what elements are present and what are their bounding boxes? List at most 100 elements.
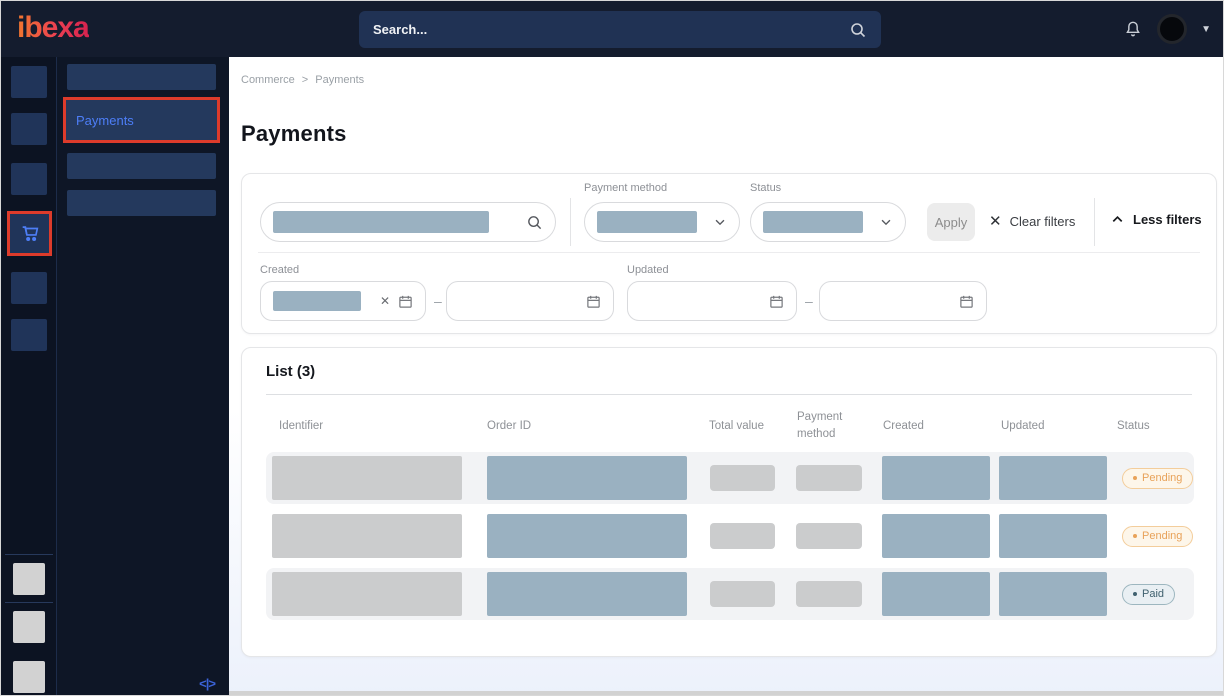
redacted-total-value xyxy=(710,581,775,607)
breadcrumb-separator: > xyxy=(302,74,308,86)
status-dot-icon xyxy=(1133,476,1137,480)
redacted-identifier xyxy=(272,572,462,616)
calendar-icon[interactable] xyxy=(769,294,784,309)
redacted-order-id xyxy=(487,572,687,616)
filter-search-input[interactable] xyxy=(260,202,556,242)
list-divider xyxy=(266,394,1192,395)
redacted-total-value xyxy=(710,523,775,549)
col-updated: Updated xyxy=(993,418,1109,435)
sidebar-item-placeholder-3[interactable] xyxy=(67,190,216,216)
status-badge: Pending xyxy=(1122,526,1193,547)
payment-method-label: Payment method xyxy=(584,182,667,194)
main-content: Commerce > Payments Payments Payment met… xyxy=(229,57,1224,696)
status-dot-icon xyxy=(1133,592,1137,596)
sidebar-item-placeholder-2[interactable] xyxy=(67,153,216,179)
calendar-icon[interactable] xyxy=(959,294,974,309)
payments-list-panel: List (3) Identifier Order ID Total value… xyxy=(241,347,1217,657)
filter-divider-2 xyxy=(1094,198,1095,246)
calendar-icon[interactable] xyxy=(586,294,601,309)
calendar-icon[interactable] xyxy=(398,294,413,309)
topbar-actions: ▼ xyxy=(1123,1,1211,57)
col-status: Status xyxy=(1109,418,1194,435)
sidebar-item-placeholder-1[interactable] xyxy=(67,64,216,90)
redacted-created xyxy=(882,514,990,558)
redacted-order-id xyxy=(487,456,687,500)
clear-filters-button[interactable]: ✕ Clear filters xyxy=(989,212,1075,230)
less-filters-label[interactable]: Less filters xyxy=(1133,212,1202,227)
breadcrumb-payments[interactable]: Payments xyxy=(315,74,364,86)
breadcrumb-commerce[interactable]: Commerce xyxy=(241,74,295,86)
breadcrumb: Commerce > Payments xyxy=(241,74,364,86)
less-filters-button[interactable]: Less filters xyxy=(1110,212,1202,227)
user-avatar[interactable] xyxy=(1157,14,1187,44)
status-dot-icon xyxy=(1133,534,1137,538)
page-title: Payments xyxy=(241,121,347,147)
clear-date-icon[interactable]: ✕ xyxy=(380,294,390,308)
nav-icon-placeholder-1[interactable] xyxy=(11,66,47,98)
chevron-down-icon[interactable] xyxy=(879,215,893,229)
redacted-order-id xyxy=(487,514,687,558)
sidebar-item-payments-highlight[interactable]: Payments xyxy=(63,97,220,143)
table-row[interactable]: Paid xyxy=(266,568,1194,620)
created-label: Created xyxy=(260,264,299,276)
close-icon[interactable]: ✕ xyxy=(989,212,1002,230)
sidebar-collapse-icon[interactable]: <|> xyxy=(199,676,215,691)
search-icon[interactable] xyxy=(849,21,867,39)
updated-label: Updated xyxy=(627,264,669,276)
apply-button[interactable]: Apply xyxy=(927,203,975,241)
redacted-updated xyxy=(999,514,1107,558)
redacted-date-value xyxy=(273,291,361,311)
col-payment-method: Payment method xyxy=(789,409,875,442)
redacted-created xyxy=(882,456,990,500)
secondary-sidebar: Payments <|> xyxy=(57,57,229,696)
main-nav-rail xyxy=(1,57,57,696)
rail-bottom-placeholder-1[interactable] xyxy=(13,563,45,595)
search-icon[interactable] xyxy=(526,214,543,231)
redacted-updated xyxy=(999,456,1107,500)
table-row[interactable]: Pending xyxy=(266,510,1194,562)
redacted-identifier xyxy=(272,514,462,558)
created-to-date-input[interactable] xyxy=(446,281,614,321)
filter-row-divider xyxy=(258,252,1200,253)
col-order-id: Order ID xyxy=(479,418,701,435)
rail-bottom-placeholder-3[interactable] xyxy=(13,661,45,693)
rail-bottom-placeholder-2[interactable] xyxy=(13,611,45,643)
cart-icon[interactable] xyxy=(19,223,41,245)
updated-from-date-input[interactable] xyxy=(627,281,797,321)
ibexa-logo[interactable]: ibexa xyxy=(17,11,89,45)
redacted-updated xyxy=(999,572,1107,616)
bell-icon[interactable] xyxy=(1123,19,1143,39)
chevron-down-icon[interactable] xyxy=(713,215,727,229)
nav-icon-placeholder-5[interactable] xyxy=(11,319,47,351)
sidebar-item-payments-label[interactable]: Payments xyxy=(66,113,134,128)
chevron-up-icon[interactable] xyxy=(1110,212,1125,227)
redacted-created xyxy=(882,572,990,616)
table-row[interactable]: Pending xyxy=(266,452,1194,504)
redacted-select-value xyxy=(597,211,697,233)
status-badge: Pending xyxy=(1122,468,1193,489)
redacted-total-value xyxy=(710,465,775,491)
horizontal-scrollbar[interactable] xyxy=(229,691,1224,696)
payment-method-select[interactable] xyxy=(584,202,740,242)
top-bar: ibexa ▼ xyxy=(1,1,1224,57)
clear-filters-label[interactable]: Clear filters xyxy=(1010,214,1076,229)
redacted-select-value xyxy=(763,211,863,233)
updated-to-date-input[interactable] xyxy=(819,281,987,321)
nav-commerce-highlight[interactable] xyxy=(7,211,52,256)
user-menu-caret-icon[interactable]: ▼ xyxy=(1201,24,1211,35)
status-select[interactable] xyxy=(750,202,906,242)
nav-icon-placeholder-3[interactable] xyxy=(11,163,47,195)
created-from-date-input[interactable]: ✕ xyxy=(260,281,426,321)
date-range-dash: – xyxy=(805,293,813,309)
redacted-payment-method xyxy=(796,581,862,607)
col-identifier: Identifier xyxy=(266,418,479,435)
filters-panel: Payment method Status Apply ✕ Clear filt… xyxy=(241,173,1217,334)
date-range-dash: – xyxy=(434,293,442,309)
nav-icon-placeholder-4[interactable] xyxy=(11,272,47,304)
global-search-input[interactable] xyxy=(373,22,849,37)
nav-icon-placeholder-2[interactable] xyxy=(11,113,47,145)
redacted-identifier xyxy=(272,456,462,500)
app-window: ibexa ▼ xyxy=(0,0,1224,696)
filter-divider-1 xyxy=(570,198,571,246)
global-search[interactable] xyxy=(359,11,881,48)
